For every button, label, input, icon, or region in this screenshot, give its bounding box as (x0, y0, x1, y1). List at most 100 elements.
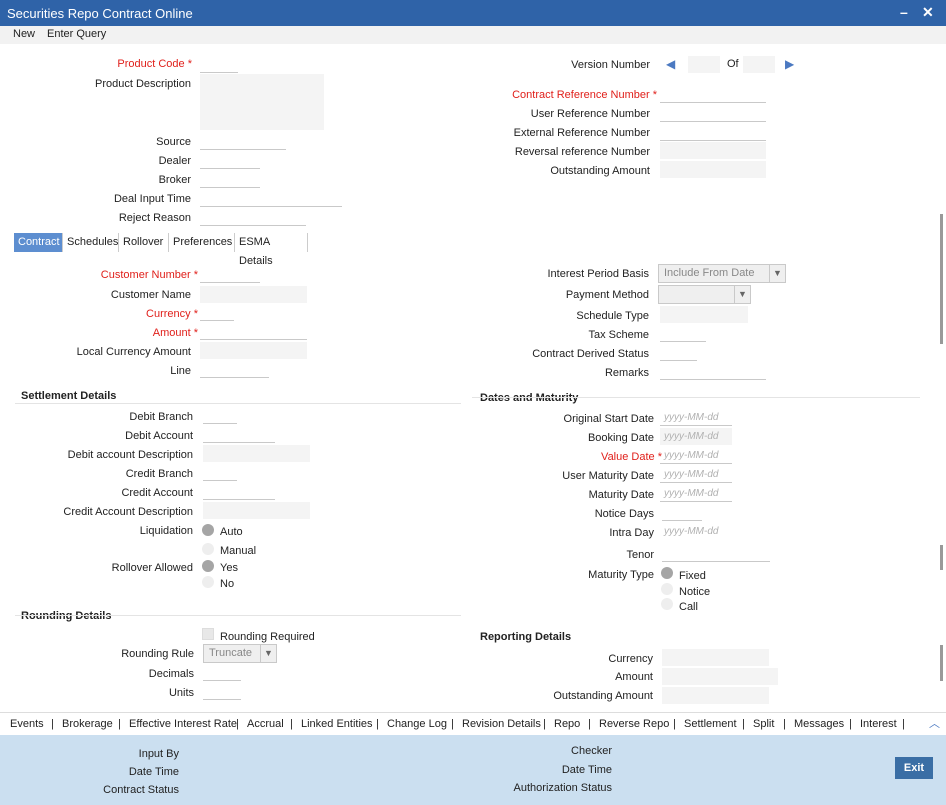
rounding-required-checkbox[interactable] (202, 628, 214, 640)
reporting-outstanding-amount-field (662, 687, 769, 704)
remarks-input[interactable] (660, 363, 766, 380)
menu-new[interactable]: New (13, 28, 35, 40)
subsystem-linked-entities[interactable]: Linked Entities (301, 718, 373, 730)
collapse-up-icon[interactable]: ︿ (929, 715, 940, 731)
contract-derived-status-input[interactable] (660, 344, 697, 361)
scrollbar-lower[interactable] (940, 645, 943, 681)
debit-branch-input[interactable] (203, 407, 237, 424)
tenor-label: Tenor (626, 549, 654, 561)
maturity-date-input[interactable]: yyyy-MM-dd (660, 485, 732, 502)
subsystem-messages[interactable]: Messages (794, 718, 844, 730)
input-by-label: Input By (138, 748, 179, 760)
menu-bar: New Enter Query (0, 26, 946, 44)
separator: | (588, 718, 591, 730)
previous-version-icon[interactable]: ◀ (666, 57, 675, 71)
amount-input[interactable] (200, 323, 307, 340)
schedule-type-field (660, 306, 748, 323)
deal-input-time-input[interactable] (200, 190, 342, 207)
reporting-details-title: Reporting Details (480, 631, 572, 643)
rollover-yes-radio[interactable] (202, 560, 214, 572)
rounding-rule-label: Rounding Rule (121, 648, 194, 660)
menu-enter-query[interactable]: Enter Query (47, 28, 106, 40)
product-description-field (200, 74, 324, 130)
product-description-label: Product Description (95, 78, 191, 90)
debit-account-description-label: Debit account Description (67, 449, 193, 461)
rounding-required-label: Rounding Required (220, 631, 315, 643)
next-version-icon[interactable]: ▶ (785, 57, 794, 71)
customer-name-label: Customer Name (110, 289, 191, 301)
debit-branch-label: Debit Branch (129, 411, 193, 423)
reporting-amount-field (662, 668, 778, 685)
payment-method-label: Payment Method (565, 289, 649, 301)
tenor-input[interactable] (662, 545, 770, 562)
dealer-input[interactable] (200, 152, 260, 169)
external-reference-number-input[interactable] (660, 124, 766, 141)
subsystem-brokerage[interactable]: Brokerage (62, 718, 113, 730)
payment-method-select[interactable]: ▼ (658, 285, 751, 304)
maturity-call-radio[interactable] (661, 598, 673, 610)
tab-preferences[interactable]: Preferences (169, 233, 235, 252)
reversal-reference-number-field (660, 142, 766, 159)
interest-period-basis-select[interactable]: Include From Date ▼ (658, 264, 786, 283)
booking-date-label: Booking Date (587, 432, 654, 444)
broker-input[interactable] (200, 171, 260, 188)
close-icon[interactable]: ✕ (922, 4, 934, 21)
line-input[interactable] (200, 361, 269, 378)
subsystem-effective-interest-rate[interactable]: Effective Interest Rate (129, 718, 237, 730)
user-reference-number-input[interactable] (660, 105, 766, 122)
rounding-rule-select[interactable]: Truncate ▼ (203, 644, 277, 663)
user-maturity-date-input[interactable]: yyyy-MM-dd (660, 466, 732, 483)
maturity-notice-radio[interactable] (661, 583, 673, 595)
contract-status-label: Contract Status (103, 784, 179, 796)
maturity-notice-label: Notice (679, 586, 711, 598)
product-code-input[interactable] (200, 56, 238, 73)
maturity-date-label: Maturity Date (588, 489, 654, 501)
rollover-no-label: No (220, 578, 235, 590)
dates-divider (472, 397, 920, 398)
subsystem-split[interactable]: Split (753, 718, 774, 730)
intra-day-input[interactable]: yyyy-MM-dd (660, 523, 732, 540)
exit-button[interactable]: Exit (895, 757, 933, 779)
subsystem-reverse-repo[interactable]: Reverse Repo (599, 718, 669, 730)
scrollbar-middle[interactable] (940, 545, 943, 570)
debit-account-label: Debit Account (125, 430, 193, 442)
subsystem-events[interactable]: Events (10, 718, 44, 730)
maturity-fixed-radio[interactable] (661, 567, 673, 579)
customer-number-input[interactable] (200, 266, 260, 283)
debit-account-input[interactable] (203, 426, 275, 443)
tab-schedules[interactable]: Schedules (63, 233, 119, 252)
subsystem-interest[interactable]: Interest (860, 718, 897, 730)
separator: | (236, 718, 239, 730)
subsystem-settlement[interactable]: Settlement (684, 718, 737, 730)
minimize-icon[interactable]: – (900, 4, 908, 20)
scrollbar-upper[interactable] (940, 214, 943, 344)
subsystem-revision-details[interactable]: Revision Details (462, 718, 541, 730)
subsystem-repo[interactable]: Repo (554, 718, 580, 730)
external-reference-number-label: External Reference Number (513, 127, 650, 139)
decimals-input[interactable] (203, 664, 241, 681)
credit-branch-input[interactable] (203, 464, 237, 481)
tab-esma-details[interactable]: ESMA Details (235, 233, 308, 267)
currency-input[interactable] (200, 304, 234, 321)
reject-reason-input[interactable] (200, 209, 306, 226)
tab-rollover[interactable]: Rollover (119, 233, 169, 252)
tab-contract[interactable]: Contract (14, 233, 63, 252)
units-input[interactable] (203, 683, 241, 700)
liquidation-manual-radio[interactable] (202, 543, 214, 555)
separator: | (783, 718, 786, 730)
notice-days-input[interactable] (662, 504, 702, 521)
credit-account-input[interactable] (203, 483, 275, 500)
tax-scheme-input[interactable] (660, 325, 706, 342)
original-start-date-input[interactable]: yyyy-MM-dd (660, 409, 732, 426)
value-date-input[interactable]: yyyy-MM-dd (660, 447, 732, 464)
source-input[interactable] (200, 133, 286, 150)
credit-account-description-label: Credit Account Description (63, 506, 193, 518)
liquidation-manual-label: Manual (220, 545, 257, 557)
subsystem-change-log[interactable]: Change Log (387, 718, 447, 730)
liquidation-auto-radio[interactable] (202, 524, 214, 536)
contract-reference-number-input[interactable] (660, 86, 766, 103)
rollover-no-radio[interactable] (202, 576, 214, 588)
separator: | (902, 718, 905, 730)
subsystem-accrual[interactable]: Accrual (247, 718, 284, 730)
dealer-label: Dealer (158, 155, 191, 167)
